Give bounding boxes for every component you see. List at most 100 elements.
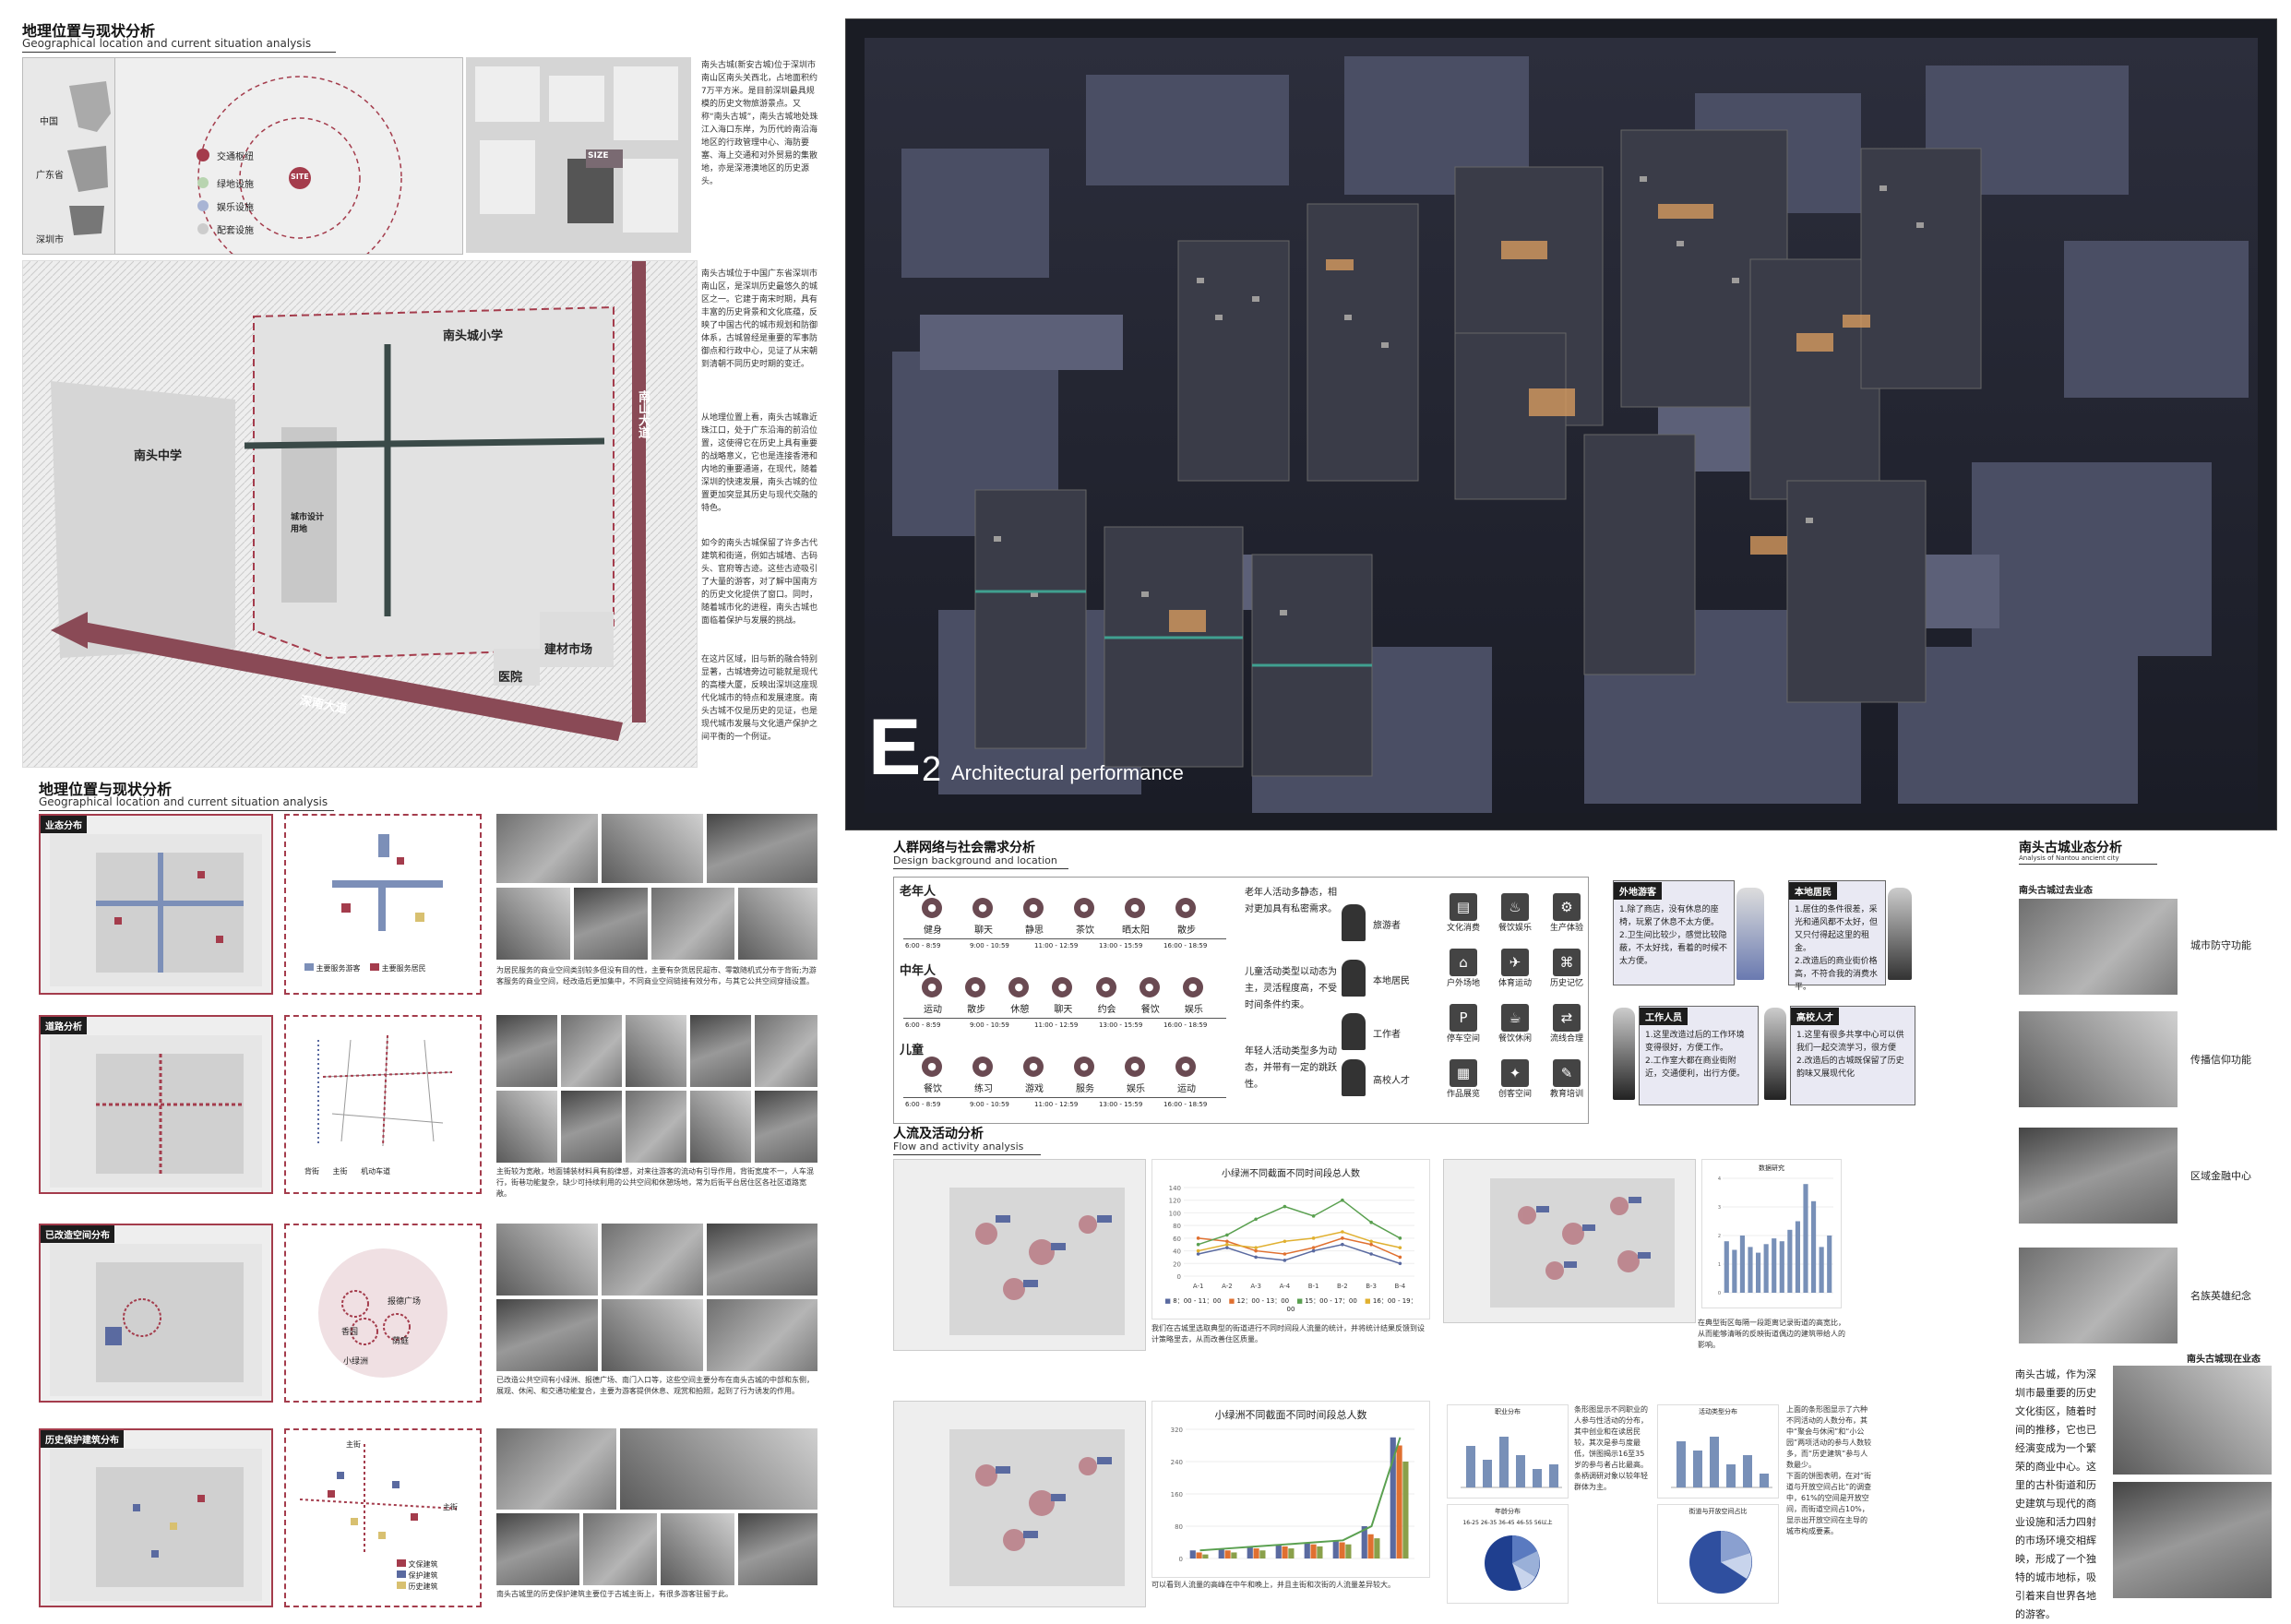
data-point	[1398, 1236, 1402, 1240]
need-icon-cell: ⇄ 流线合理	[1543, 1004, 1591, 1044]
need-icon: ⇄	[1553, 1004, 1581, 1032]
time-label: 9:00 - 10:59	[970, 1101, 1009, 1108]
need-icon-label: 户外场地	[1446, 979, 1480, 988]
activity-icon: ●	[1175, 1057, 1196, 1077]
bar	[1224, 1550, 1231, 1558]
panel-heritage-label: 历史保护建筑分布	[41, 1430, 124, 1448]
small-chart-2-title: 活动类型分布	[1699, 1408, 1737, 1415]
photo-past-2	[2019, 1011, 2178, 1107]
bar	[1282, 1546, 1288, 1558]
bar	[1811, 1200, 1817, 1293]
renovated-diagram-drawing	[318, 1248, 447, 1378]
bar	[1189, 1550, 1196, 1558]
architectural-render: E 2 Architectural performance	[845, 18, 2277, 830]
card-tourist-title: 外地游客	[1614, 882, 1662, 900]
label-primary-school: 南头城小学	[443, 329, 504, 343]
activity-label: 运动	[924, 1005, 942, 1015]
render-caption: Architectural performance	[951, 761, 1184, 784]
site-map-drawing	[23, 261, 697, 767]
group-description: 儿童活动类型以动态为主，灵活程度高，不受时间条件约束。	[1245, 967, 1337, 1010]
bar	[1724, 1241, 1729, 1293]
label-xiangyuan: 香园	[341, 1328, 359, 1337]
bar	[1367, 1534, 1374, 1558]
bar	[1259, 1550, 1266, 1558]
age-legend: 16-25 26-35 36-45 46-55 56以上	[1448, 1518, 1568, 1526]
data-point	[1311, 1246, 1316, 1249]
combo-chart-panel: 小绿洲不同截面不同时间段总人数 0 80 160 240 320	[1151, 1401, 1430, 1578]
need-icon: ▦	[1450, 1059, 1477, 1087]
activity-icon: ●	[1023, 1057, 1044, 1077]
need-icon-label: 体育运动	[1498, 979, 1532, 988]
small-chart-3: 年龄分布 16-25 26-35 36-45 46-55 56以上	[1447, 1504, 1569, 1604]
activity-icon: ●	[922, 1057, 942, 1077]
business-analysis-subtitle: Analysis of Nantou ancient city	[2019, 854, 2157, 865]
y-tick-label: 20	[1173, 1260, 1181, 1268]
y-tick-label: 320	[1171, 1427, 1183, 1434]
bar	[1763, 1244, 1769, 1293]
bar	[1779, 1241, 1784, 1293]
label-hospital: 医院	[498, 671, 523, 685]
legend-back-street: 背街	[304, 1167, 319, 1176]
render-number: 2	[922, 750, 942, 789]
flow-title: 人流及活动分析	[893, 1127, 984, 1141]
time-label: 9:00 - 10:59	[970, 1021, 1009, 1029]
timeline-axis	[903, 1097, 1226, 1098]
talent-figure-icon	[1342, 1059, 1366, 1096]
data-point	[1283, 1204, 1287, 1209]
line-chart-title: 小绿洲不同截面不同时间段总人数	[1222, 1169, 1360, 1179]
panel-road-map: 道路分析	[39, 1015, 273, 1194]
line-legend-3: 15：00 - 17：00	[1305, 1297, 1357, 1305]
function-defense: 城市防守功能	[2190, 939, 2251, 951]
card-resident: 本地居民 1.居住的条件很差，采光和通风都不太好，但又只付得起这里的租金。 2.…	[1788, 880, 1886, 992]
need-icon: ✈	[1501, 949, 1529, 976]
activity-label: 聊天	[1054, 1005, 1073, 1015]
flow-text-1: 我们在古城里选取典型的街道进行不同时间段人流量的统计，并将统计结果反馈到设计策略…	[1151, 1324, 1425, 1343]
need-icon-label: 创客空间	[1498, 1090, 1532, 1099]
photo-street-6	[651, 888, 734, 960]
need-icon-cell: ⚙ 生产体验	[1543, 893, 1591, 933]
flow-map-3-drawing	[949, 1429, 1125, 1586]
bar	[1772, 1238, 1777, 1293]
data-point	[1398, 1255, 1402, 1260]
legend-tourist: 主要服务游客	[316, 964, 361, 973]
time-label: 9:00 - 10:59	[970, 942, 1009, 949]
legend-protected-building: 保护建筑	[408, 1571, 438, 1580]
data-point	[1341, 1230, 1344, 1234]
small-chart-3-pie	[1485, 1535, 1540, 1591]
china-location-map: 中国 广东省 深圳市	[22, 57, 116, 255]
photo-renovated-5	[602, 1299, 703, 1371]
photo-renovated-4	[496, 1299, 598, 1371]
panel-renovated-diagram: 报德广场 香园 小绿洲 荫庭	[284, 1224, 482, 1403]
activity-label: 散步	[967, 1005, 986, 1015]
present-business-text: 南头古城，作为深圳市最重要的历史文化街区，随着时间的推移，它也已经演变成为一个繁…	[2015, 1368, 2096, 1620]
flow-map-1	[893, 1159, 1146, 1351]
photo-road-10	[755, 1091, 817, 1163]
need-icon-label: 餐饮娱乐	[1498, 924, 1532, 933]
photo-heritage-2	[620, 1428, 817, 1510]
data-point	[1225, 1233, 1229, 1237]
legend-protected-relic: 文保建筑	[408, 1560, 438, 1569]
renovated-photo-grid	[496, 1224, 819, 1371]
line-chart-panel: 小绿洲不同截面不同时间段总人数 0 20 40 60 80 100 120 140 A-1 A-2…	[1151, 1159, 1430, 1320]
need-icon: ✦	[1501, 1059, 1529, 1087]
activity-icon: ●	[1175, 898, 1196, 918]
worker-person-icon	[1613, 1008, 1635, 1100]
small-chart-2-bars	[1671, 1437, 1772, 1488]
time-label: 16:00 - 18:59	[1163, 1021, 1208, 1029]
heritage-legend: 文保建筑 保护建筑 历史建筑	[397, 1559, 438, 1593]
data-point	[1398, 1246, 1402, 1249]
photo-street-2	[602, 814, 703, 883]
y-tick-label: 160	[1171, 1491, 1183, 1499]
activity-label: 晒太阳	[1122, 925, 1150, 936]
activity-label: 餐饮	[924, 1084, 942, 1094]
render-big-letter: E	[868, 703, 922, 792]
need-icon-label: 餐饮休闲	[1498, 1034, 1532, 1044]
label-design-land: 城市设计用地	[291, 513, 325, 534]
panel-business-label: 业态分布	[41, 816, 87, 833]
label-yinting: 荫庭	[392, 1337, 410, 1346]
bar	[1247, 1546, 1253, 1558]
photo-street-3	[707, 814, 817, 883]
need-icon-label: 文化消费	[1446, 924, 1480, 933]
label-heritage-main-street-right: 主街	[443, 1503, 458, 1511]
need-icon-label: 作品展览	[1446, 1090, 1480, 1099]
